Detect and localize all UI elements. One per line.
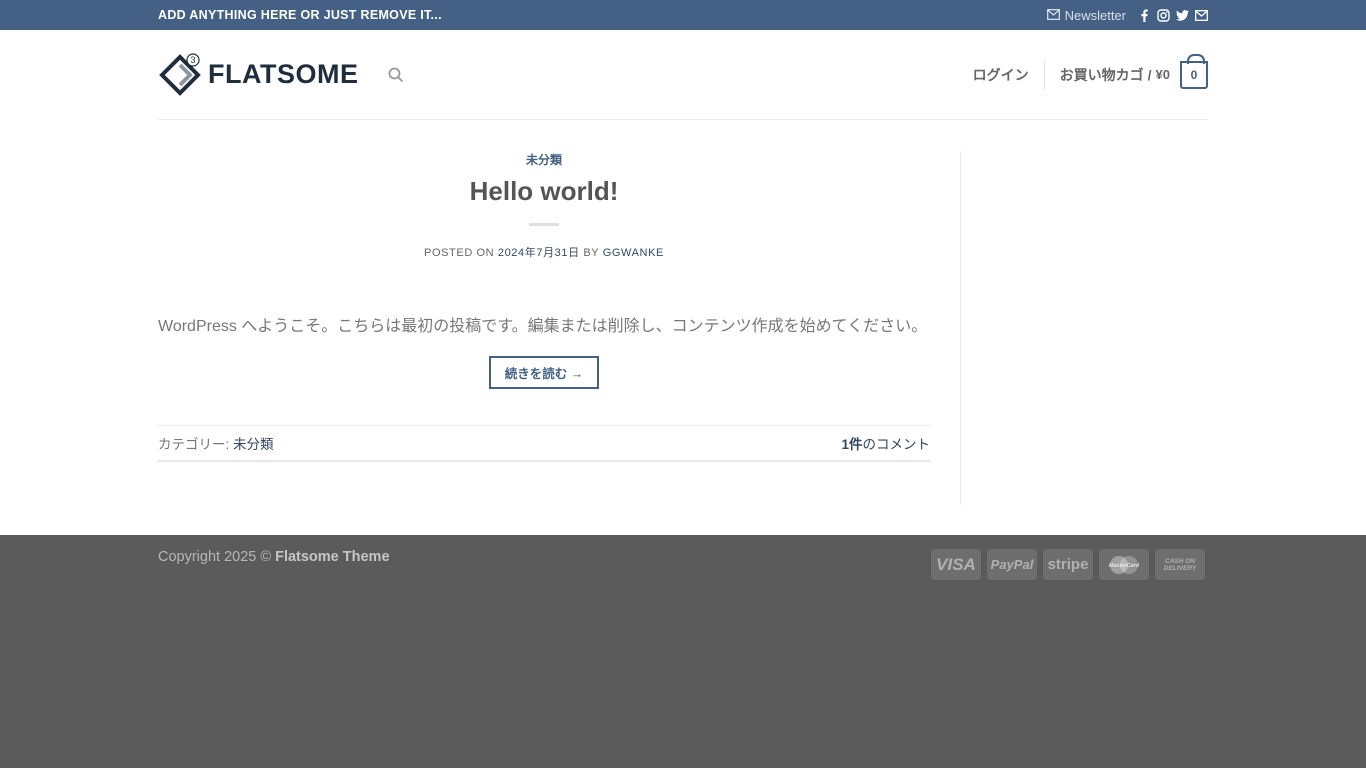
newsletter-label: Newsletter [1064,7,1126,23]
facebook-icon[interactable] [1138,9,1151,22]
email-icon[interactable] [1195,9,1208,22]
cart-separator: / [1147,66,1152,83]
top-bar: ADD ANYTHING HERE OR JUST REMOVE IT... N… [0,0,1366,30]
stripe-icon: stripe [1043,549,1093,580]
cart-label: お買い物カゴ [1059,66,1144,83]
theme-link[interactable]: Flatsome Theme [275,549,389,565]
post-footer-meta: カテゴリー: 未分類 1件のコメント [158,425,930,462]
by-label: BY [583,247,600,259]
cart-link[interactable]: お買い物カゴ / ¥0 0 [1059,53,1208,89]
payment-icons: VISA PayPal stripe MasterCard CASH ON DEL… [931,549,1205,580]
newsletter-link[interactable]: Newsletter [1046,7,1126,23]
category-prefix: カテゴリー: [158,437,230,452]
twitter-icon[interactable] [1176,9,1189,22]
cart-amount: ¥0 [1155,67,1170,82]
site-logo[interactable]: 3 FLATSOME [158,52,359,97]
mastercard-icon: MasterCard [1099,549,1149,580]
post-meta: POSTED ON 2024年7月31日 BY GGWANKE [158,244,930,260]
instagram-icon[interactable] [1157,8,1170,22]
post-excerpt: WordPress へようこそ。こちらは最初の投稿です。編集または削除し、コンテ… [158,318,928,335]
comments-count: 1件 [841,437,863,452]
category-link[interactable]: 未分類 [233,437,274,452]
copyright: Copyright 2025 © Flatsome Theme [158,549,390,580]
cart-count-badge: 0 [1180,53,1208,89]
top-bar-promo: ADD ANYTHING HERE OR JUST REMOVE IT... [158,8,442,22]
post-author-link[interactable]: GGWANKE [603,247,664,259]
paypal-icon: PayPal [987,549,1037,580]
svg-text:MasterCard: MasterCard [1109,563,1140,569]
post-date-link[interactable]: 2024年7月31日 [498,247,580,259]
read-more-button[interactable]: 続きを読む → [488,356,600,389]
search-icon[interactable] [388,67,404,83]
login-link[interactable]: ログイン [973,59,1045,90]
post-title[interactable]: Hello world! [158,176,930,207]
svg-text:3: 3 [190,55,195,65]
envelope-icon [1046,8,1060,23]
copyright-text: Copyright 2025 © [158,549,272,565]
logo-text: FLATSOME [208,59,359,89]
comments-link[interactable]: 1件のコメント [841,433,930,453]
posted-on-label: POSTED ON [424,247,495,259]
site-header: 3 FLATSOME ログイン お買い物カゴ / ¥0 0 [0,30,1366,121]
visa-icon: VISA [931,549,981,580]
title-divider [529,223,559,226]
post-article: 未分類 Hello world! POSTED ON 2024年7月31日 BY… [158,151,961,505]
main-content: 未分類 Hello world! POSTED ON 2024年7月31日 BY… [0,121,1366,535]
post-category-label[interactable]: 未分類 [158,151,930,168]
comments-label: のコメント [862,437,931,452]
site-footer: Copyright 2025 © Flatsome Theme VISA Pay… [0,535,1366,768]
cash-on-delivery-icon: CASH ON DELIVERY [1155,549,1205,580]
logo-mark-icon: 3 [159,52,201,96]
